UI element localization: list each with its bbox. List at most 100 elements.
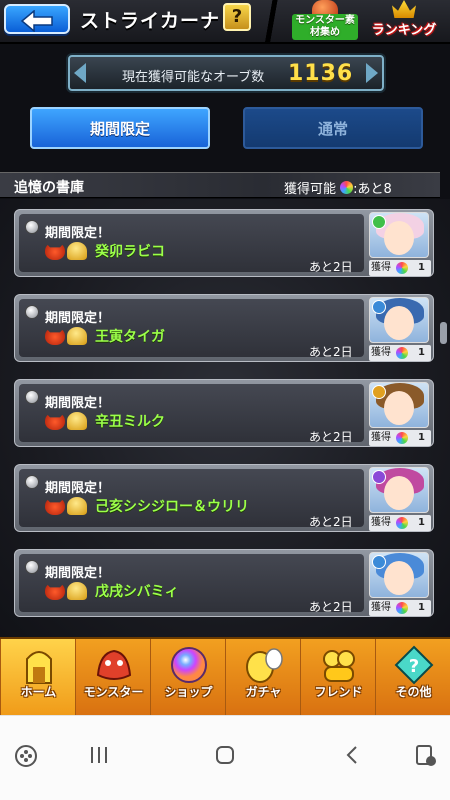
quest-name: 癸卯ラビコ <box>95 244 165 260</box>
section-title: 追憶の書庫 <box>14 180 84 196</box>
back-button[interactable] <box>4 4 70 34</box>
bottom-nav: ホーム モンスター ショップ ガチャ フレンド ? その他 <box>0 637 450 717</box>
reward-label: 獲得 <box>371 602 391 613</box>
orb-icon <box>396 347 408 359</box>
home-icon <box>26 651 52 684</box>
character-portrait <box>369 467 429 513</box>
orb-icon <box>396 432 408 444</box>
quest-card[interactable]: 期間限定！ 己亥シシジロー＆ウリリ あと2日 獲得 1 <box>14 464 434 532</box>
nav-home-label: ホーム <box>20 685 57 699</box>
friend-icon <box>323 650 355 682</box>
nav-monster-label: モンスター <box>83 685 144 699</box>
bell-icon <box>67 327 87 345</box>
other-icon: ? <box>394 645 434 685</box>
header-bar: ストライカーナビ ? モンスター素材集め ランキング <box>0 0 450 44</box>
help-button[interactable]: ? <box>223 3 251 31</box>
reward-box: 獲得 1 <box>369 430 431 446</box>
bell-icon <box>67 497 87 515</box>
bell-icon <box>67 242 87 260</box>
quest-name: 王寅タイガ <box>95 329 165 345</box>
quest-card[interactable]: 期間限定！ 王寅タイガ あと2日 獲得 1 <box>14 294 434 362</box>
ranking-label: ランキング <box>371 23 437 38</box>
crown-icon <box>392 0 416 18</box>
quest-card-body: 期間限定！ 辛丑ミルク あと2日 <box>19 384 364 444</box>
nav-home[interactable]: ホーム <box>0 639 75 717</box>
nav-shop[interactable]: ショップ <box>150 639 225 717</box>
recent-apps-icon[interactable] <box>88 744 110 766</box>
reward-count: 1 <box>418 432 425 443</box>
monster-materials-label: モンスター素材集め <box>292 14 358 40</box>
pin-icon <box>25 390 39 404</box>
portrait-face <box>384 561 414 595</box>
orb-icon <box>396 262 408 274</box>
available-remaining: :あと8 <box>353 182 392 197</box>
quest-icons <box>45 582 89 600</box>
pin-icon <box>25 475 39 489</box>
orb-count-label: 現在獲得可能なオーブ数 <box>122 70 265 85</box>
nav-other-label: その他 <box>395 685 432 699</box>
screen-capture-icon[interactable] <box>414 744 438 768</box>
portrait-face <box>384 221 414 255</box>
orb-icon <box>340 181 354 194</box>
page-title: ストライカーナビ <box>80 10 241 32</box>
character-portrait <box>369 552 429 598</box>
devil-icon <box>45 327 65 345</box>
home-system-icon[interactable] <box>214 744 236 766</box>
reward-label: 獲得 <box>371 262 391 273</box>
quest-name: 辛丑ミルク <box>95 414 165 430</box>
nav-friend[interactable]: フレンド <box>300 639 375 717</box>
nav-gacha[interactable]: ガチャ <box>225 639 300 717</box>
quest-limited-label: 期間限定！ <box>45 396 111 411</box>
devil-icon <box>45 582 65 600</box>
orb-count-value: 1136 <box>288 61 354 86</box>
bell-icon <box>67 582 87 600</box>
bar-cap-left <box>74 63 86 83</box>
orb-icon <box>396 602 408 614</box>
reward-label: 獲得 <box>371 347 391 358</box>
quest-card-body: 期間限定！ 戊戌シバミィ あと2日 <box>19 554 364 614</box>
quest-remaining: あと2日 <box>309 345 353 359</box>
nav-other[interactable]: ? その他 <box>375 639 450 717</box>
portrait-face <box>384 391 414 425</box>
quest-card[interactable]: 期間限定！ 辛丑ミルク あと2日 獲得 1 <box>14 379 434 447</box>
quest-limited-label: 期間限定！ <box>45 311 111 326</box>
character-portrait <box>369 297 429 343</box>
back-system-icon[interactable] <box>342 744 364 766</box>
devil-icon <box>45 412 65 430</box>
ranking-button[interactable]: ランキング <box>368 0 440 40</box>
quest-limited-label: 期間限定！ <box>45 226 111 241</box>
quest-icons <box>45 412 89 430</box>
quest-card[interactable]: 期間限定！ 癸卯ラビコ あと2日 獲得 1 <box>14 209 434 277</box>
tab-limited[interactable]: 期間限定 <box>30 107 210 149</box>
monster-materials-button[interactable]: モンスター素材集め <box>292 0 358 40</box>
svg-text:?: ? <box>409 656 419 677</box>
reward-box: 獲得 1 <box>369 345 431 361</box>
reward-count: 1 <box>418 517 425 528</box>
bar-cap-right <box>366 63 378 83</box>
quest-limited-label: 期間限定！ <box>45 566 111 581</box>
pin-icon <box>25 560 39 574</box>
reward-count: 1 <box>418 347 425 358</box>
back-arrow-icon <box>20 10 53 32</box>
quest-card[interactable]: 期間限定！ 戊戌シバミィ あと2日 獲得 1 <box>14 549 434 617</box>
portrait-face <box>384 476 414 510</box>
character-portrait <box>369 212 429 258</box>
tab-regular[interactable]: 通常 <box>243 107 423 149</box>
pin-icon <box>25 305 39 319</box>
reward-count: 1 <box>418 262 425 273</box>
reward-box: 獲得 1 <box>369 515 431 531</box>
game-tools-icon[interactable] <box>14 744 38 768</box>
scrollbar-thumb[interactable] <box>440 322 447 344</box>
nav-monster[interactable]: モンスター <box>75 639 150 717</box>
nav-gacha-label: ガチャ <box>245 685 282 699</box>
section-header: 追憶の書庫 獲得可能 :あと8 <box>0 172 440 198</box>
monster-icon <box>96 649 132 680</box>
pin-icon <box>25 220 39 234</box>
quest-remaining: あと2日 <box>309 430 353 444</box>
quest-icons <box>45 242 89 260</box>
element-badge-icon <box>372 470 386 484</box>
element-badge-icon <box>372 215 386 229</box>
bell-icon <box>67 412 87 430</box>
quest-remaining: あと2日 <box>309 260 353 274</box>
reward-label: 獲得 <box>371 432 391 443</box>
